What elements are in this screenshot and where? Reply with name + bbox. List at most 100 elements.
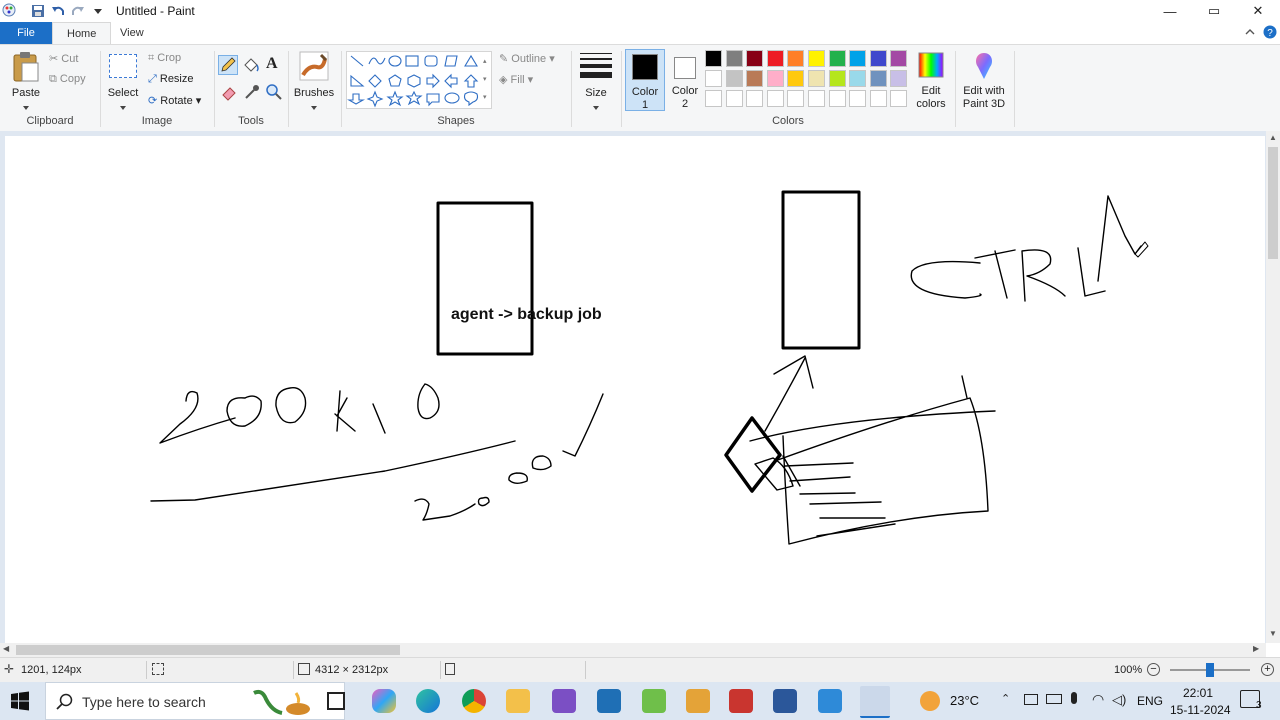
file-explorer-icon[interactable] — [506, 689, 530, 713]
palette-swatch[interactable] — [828, 50, 846, 67]
toolbox-icon[interactable] — [729, 689, 753, 713]
palette-swatch[interactable] — [828, 70, 846, 87]
copy-button[interactable]: ⧉ Copy — [49, 73, 86, 86]
zoom-slider-thumb[interactable] — [1206, 663, 1214, 677]
wifi-icon[interactable]: ◠ — [1092, 691, 1104, 708]
clock-date[interactable]: 15-11-2024 — [1170, 703, 1231, 717]
custom-color-slot[interactable] — [890, 90, 908, 107]
custom-color-slot[interactable] — [849, 90, 867, 107]
palette-swatch[interactable] — [766, 50, 784, 67]
color-picker-tool[interactable] — [243, 83, 261, 101]
redo-icon[interactable] — [71, 4, 85, 18]
palette-swatch[interactable] — [808, 70, 825, 87]
paste-button[interactable]: Paste — [6, 49, 46, 110]
palette-swatch[interactable] — [705, 50, 722, 67]
help-icon[interactable]: ? — [1263, 25, 1277, 39]
word-icon[interactable] — [773, 689, 797, 713]
custom-color-slot[interactable] — [766, 90, 784, 107]
crop-button[interactable]: ⌗ Crop — [148, 52, 181, 65]
fill-tool[interactable] — [242, 56, 260, 74]
palette-swatch[interactable] — [869, 50, 887, 67]
palette-swatch[interactable] — [869, 70, 887, 87]
custom-color-slot[interactable] — [869, 90, 887, 107]
tab-view[interactable]: View — [106, 22, 158, 44]
eraser-tool[interactable] — [220, 83, 238, 101]
scroll-down-icon[interactable]: ▼ — [1269, 629, 1277, 638]
maximize-button[interactable]: ▭ — [1192, 0, 1236, 22]
tab-file[interactable]: File — [0, 22, 52, 44]
powershell-icon[interactable] — [597, 689, 621, 713]
edit-with-paint3d-button[interactable]: Edit with Paint 3D — [958, 49, 1010, 111]
clock-time[interactable]: 22:01 — [1183, 686, 1213, 700]
shapes-scroll-icons[interactable]: ▴ ▾ ▾ — [483, 53, 491, 107]
zoom-out-icon[interactable]: − — [1147, 663, 1160, 676]
vertical-scrollbar[interactable]: ▲ ▼ — [1266, 131, 1280, 643]
palette-swatch[interactable] — [849, 70, 867, 87]
color2-button[interactable]: Color 2 — [666, 49, 704, 111]
show-hidden-icons[interactable]: ⌃ — [1001, 692, 1010, 705]
horizontal-scrollbar[interactable]: ◀ ▶ — [0, 643, 1266, 657]
palette-swatch[interactable] — [705, 70, 722, 87]
fill-button[interactable]: ◈ Fill ▾ — [499, 73, 533, 86]
palette-swatch[interactable] — [808, 50, 825, 67]
text-tool[interactable]: A — [266, 55, 278, 73]
weather-temperature[interactable]: 23°C — [950, 693, 979, 708]
undo-icon[interactable] — [51, 4, 65, 18]
palette-swatch[interactable] — [787, 70, 805, 87]
customize-quick-access-icon[interactable] — [91, 4, 105, 18]
paint-app-icon[interactable] — [2, 3, 16, 17]
copilot-icon[interactable] — [372, 689, 396, 713]
palette-swatch[interactable] — [890, 70, 908, 87]
palette-swatch[interactable] — [746, 50, 764, 67]
custom-color-slot[interactable] — [705, 90, 722, 107]
custom-color-slot[interactable] — [746, 90, 764, 107]
meet-icon[interactable] — [1024, 694, 1038, 705]
custom-color-slot[interactable] — [808, 90, 825, 107]
select-button[interactable]: Select — [106, 49, 140, 110]
edge-icon[interactable] — [416, 689, 440, 713]
snipping-tool-icon[interactable] — [686, 689, 710, 713]
custom-color-slot[interactable] — [725, 90, 743, 107]
paint-taskbar-icon[interactable] — [860, 686, 890, 718]
size-button[interactable]: Size — [576, 49, 616, 110]
drawing-canvas[interactable]: agent -> backup job — [5, 136, 1265, 643]
volume-icon[interactable]: ◁) — [1112, 692, 1126, 708]
visual-studio-icon[interactable] — [552, 689, 576, 713]
start-button[interactable] — [10, 691, 32, 711]
chrome-icon[interactable] — [462, 689, 486, 713]
custom-color-slot[interactable] — [787, 90, 805, 107]
palette-swatch[interactable] — [746, 70, 764, 87]
brushes-button[interactable]: Brushes — [292, 49, 336, 110]
rotate-button[interactable]: ⟳ Rotate ▾ — [148, 94, 201, 107]
horizontal-scroll-thumb[interactable] — [16, 645, 400, 655]
edit-colors-button[interactable]: Edit colors — [912, 49, 950, 111]
minimize-ribbon-icon[interactable] — [1244, 26, 1256, 38]
custom-color-slot[interactable] — [828, 90, 846, 107]
palette-swatch[interactable] — [890, 50, 908, 67]
palette-swatch[interactable] — [849, 50, 867, 67]
resize-button[interactable]: ⤢ Resize — [148, 73, 194, 86]
save-icon[interactable] — [31, 4, 45, 18]
scroll-left-icon[interactable]: ◀ — [3, 644, 9, 653]
pencil-tool[interactable] — [218, 55, 238, 75]
zoom-in-icon[interactable]: + — [1261, 663, 1274, 676]
shapes-gallery[interactable] — [346, 51, 492, 109]
microphone-icon[interactable] — [1071, 692, 1077, 704]
close-button[interactable]: ✕ — [1236, 0, 1280, 22]
weather-icon[interactable] — [920, 691, 940, 711]
palette-swatch[interactable] — [766, 70, 784, 87]
outline-button[interactable]: ✎ Outline ▾ — [499, 52, 555, 65]
vertical-scroll-thumb[interactable] — [1268, 147, 1278, 259]
language-indicator[interactable]: ENG — [1137, 694, 1163, 708]
notepad-plus-icon[interactable] — [642, 689, 666, 713]
scroll-up-icon[interactable]: ▲ — [1269, 133, 1277, 142]
task-view-icon[interactable] — [327, 692, 345, 710]
taskbar-search-box[interactable]: Type here to search — [45, 682, 345, 720]
minimize-button[interactable]: — — [1148, 0, 1192, 22]
scroll-right-icon[interactable]: ▶ — [1253, 644, 1259, 653]
color1-button[interactable]: Color 1 — [625, 49, 665, 111]
palette-swatch[interactable] — [787, 50, 805, 67]
battery-icon[interactable] — [1046, 694, 1062, 704]
remote-desktop-icon[interactable] — [818, 689, 842, 713]
palette-swatch[interactable] — [725, 70, 743, 87]
